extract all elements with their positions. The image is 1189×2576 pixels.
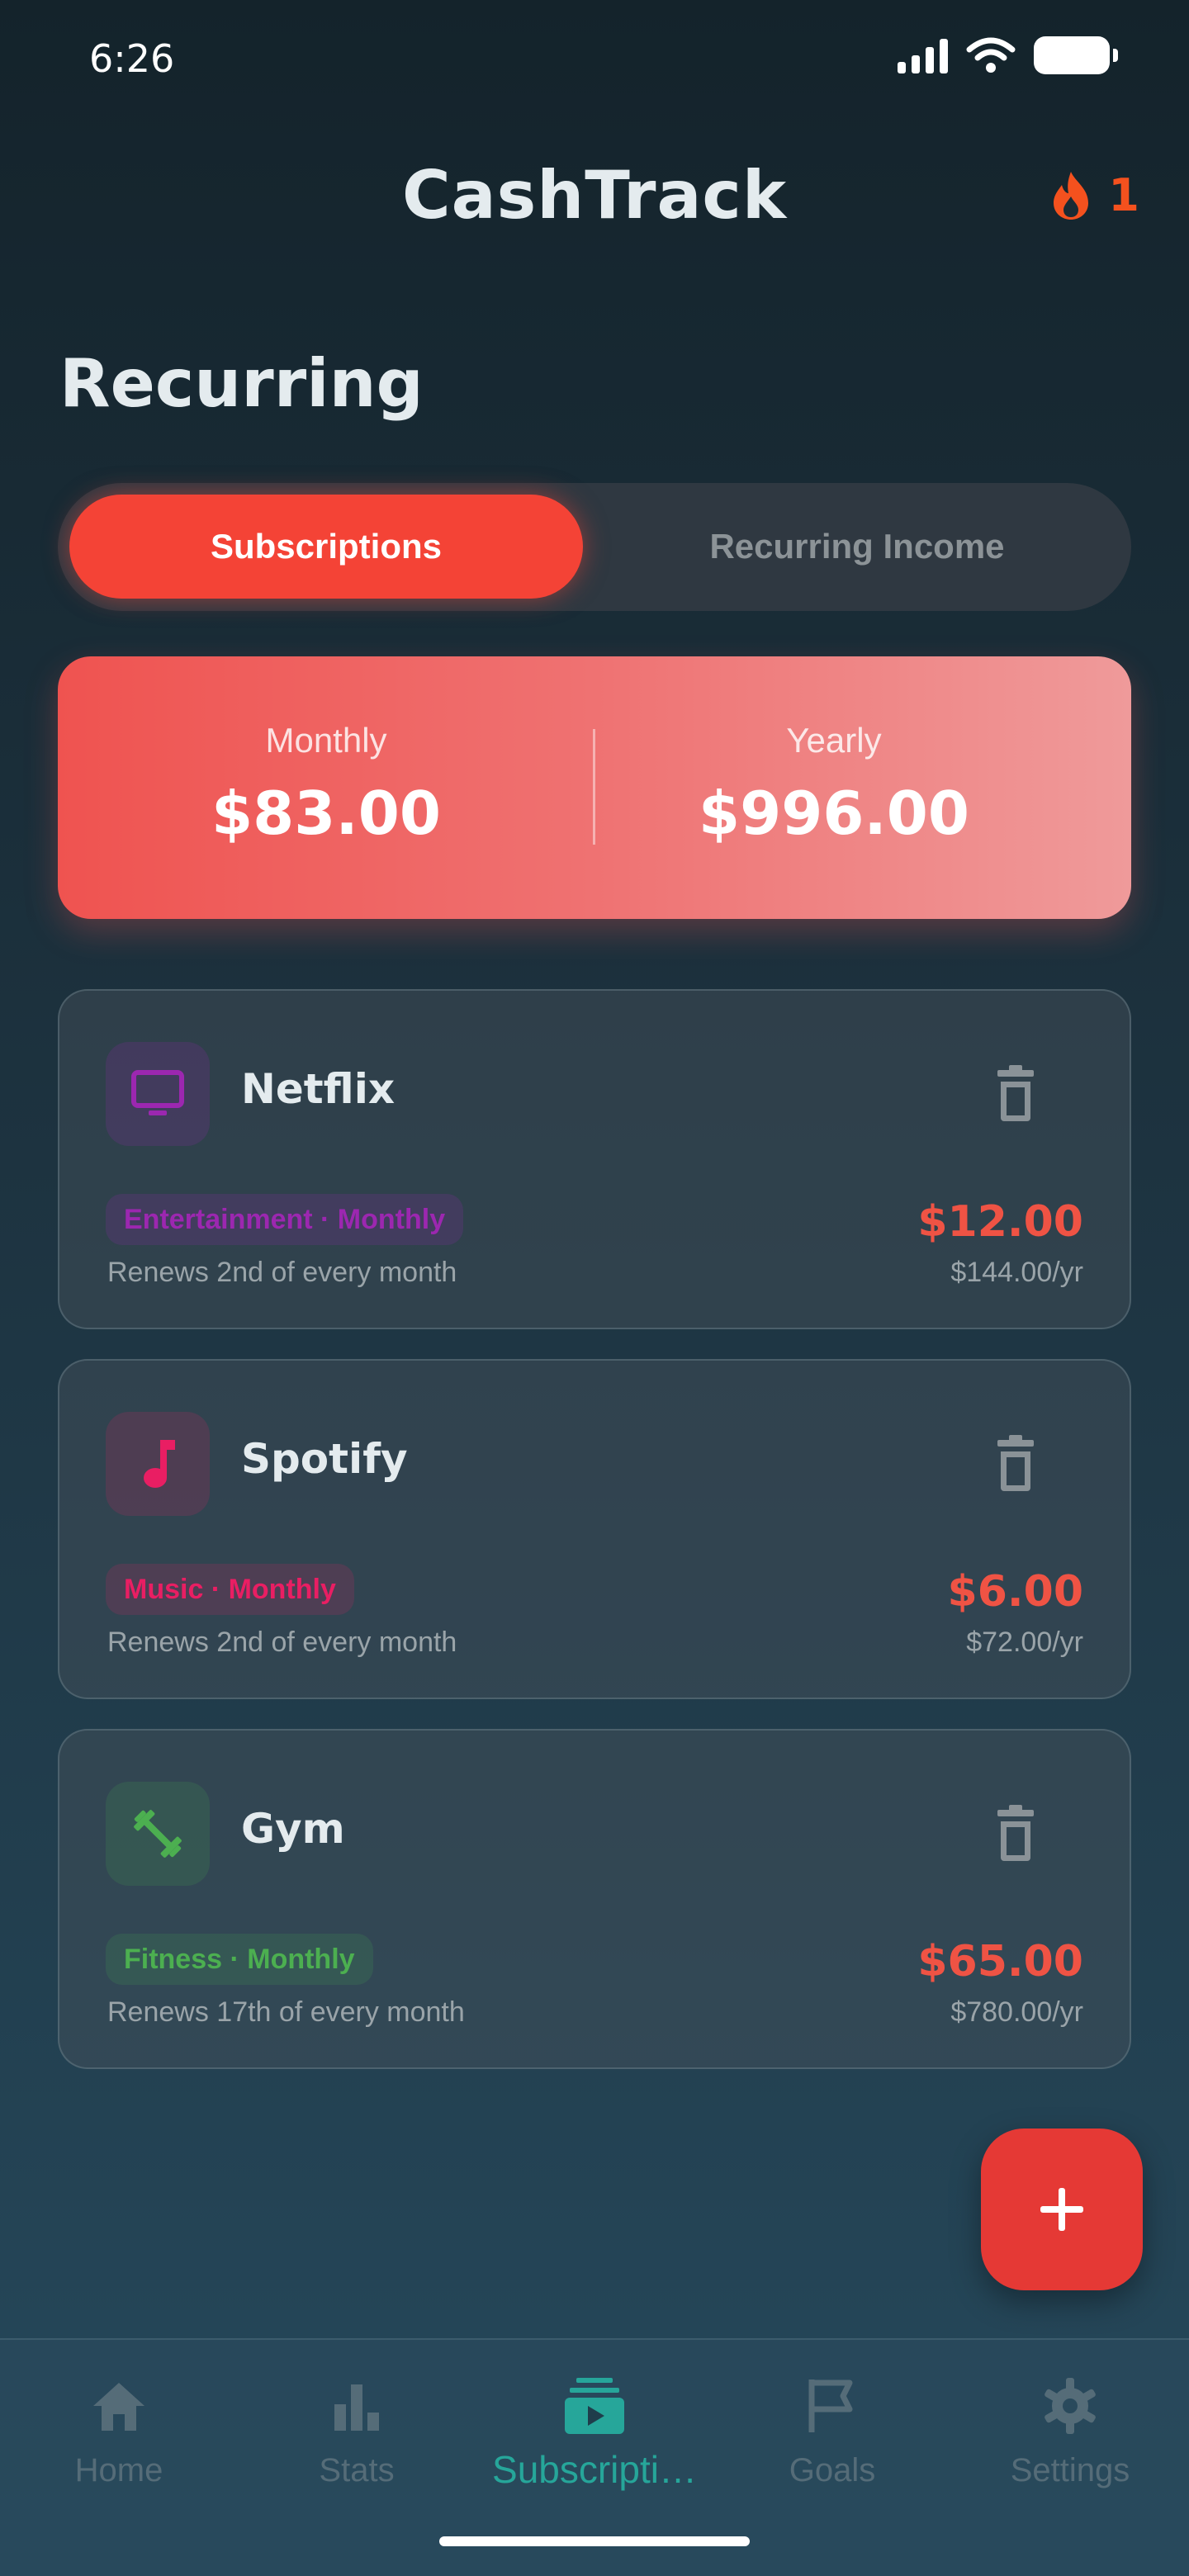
category-badge: Fitness · Monthly xyxy=(106,1934,373,1985)
subscriptions-icon xyxy=(565,2378,624,2434)
renewal-text: Renews 2nd of every month xyxy=(107,1257,457,1288)
renewal-text: Renews 2nd of every month xyxy=(107,1627,457,1658)
trash-icon[interactable] xyxy=(991,1435,1040,1493)
add-subscription-button[interactable] xyxy=(981,2129,1143,2290)
summary-card: Monthly $83.00 Yearly $996.00 xyxy=(58,656,1131,919)
subscription-amount: $12.00 xyxy=(917,1197,1083,1247)
nav-label: Goals xyxy=(789,2452,876,2488)
status-time: 6:26 xyxy=(89,36,175,81)
status-icons xyxy=(898,36,1118,74)
nav-item-home[interactable]: Home xyxy=(0,2373,238,2530)
plus-icon xyxy=(1040,2188,1083,2231)
subscription-card-spotify[interactable]: Spotify Music · Monthly Renews 2nd of ev… xyxy=(58,1359,1131,1699)
subscription-amount: $6.00 xyxy=(947,1567,1083,1617)
subscription-amount: $65.00 xyxy=(917,1937,1083,1986)
signal-icon xyxy=(898,37,948,73)
yearly-value: $996.00 xyxy=(699,779,969,848)
battery-icon xyxy=(1034,36,1118,74)
wifi-icon xyxy=(966,37,1016,73)
subscription-yearly: $72.00/yr xyxy=(966,1627,1083,1658)
monthly-value: $83.00 xyxy=(211,779,441,848)
tv-icon xyxy=(131,1070,184,1115)
app-title: CashTrack xyxy=(401,157,788,234)
yearly-label: Yearly xyxy=(786,721,882,760)
trash-icon[interactable] xyxy=(991,1805,1040,1863)
home-indicator[interactable] xyxy=(439,2536,750,2546)
subscription-icon-container xyxy=(106,1042,210,1146)
subscription-yearly: $780.00/yr xyxy=(950,1996,1083,2028)
bar-chart-icon xyxy=(334,2384,379,2431)
category-badge: Entertainment · Monthly xyxy=(106,1194,464,1245)
subscription-icon-container xyxy=(106,1782,210,1886)
subscription-name: Spotify xyxy=(241,1435,408,1483)
streak-indicator[interactable]: 1 xyxy=(1050,169,1139,221)
flame-icon xyxy=(1054,171,1089,220)
status-bar: 6:26 xyxy=(0,0,1189,116)
subscription-name: Gym xyxy=(241,1805,345,1853)
dumbbell-icon xyxy=(134,1810,182,1858)
nav-label: Settings xyxy=(1010,2452,1130,2488)
nav-item-settings[interactable]: Settings xyxy=(951,2373,1189,2530)
tab-subscriptions[interactable]: Subscriptions xyxy=(69,495,583,599)
nav-label: Stats xyxy=(319,2452,395,2488)
nav-item-goals[interactable]: Goals xyxy=(713,2373,951,2530)
nav-item-stats[interactable]: Stats xyxy=(238,2373,476,2530)
tab-recurring-income[interactable]: Recurring Income xyxy=(594,495,1120,599)
category-badge: Music · Monthly xyxy=(106,1564,354,1615)
home-icon xyxy=(93,2383,144,2431)
segmented-control: Subscriptions Recurring Income xyxy=(58,483,1131,611)
subscription-card-netflix[interactable]: Netflix Entertainment · Monthly Renews 2… xyxy=(58,989,1131,1329)
monthly-label: Monthly xyxy=(265,721,387,760)
subscription-yearly: $144.00/yr xyxy=(950,1257,1083,1288)
gear-icon xyxy=(1045,2378,1096,2434)
subscription-icon-container xyxy=(106,1412,210,1516)
trash-icon[interactable] xyxy=(991,1065,1040,1123)
music-note-icon xyxy=(144,1440,175,1488)
streak-count: 1 xyxy=(1108,169,1139,221)
nav-item-subscriptions[interactable]: Subscripti… xyxy=(476,2373,713,2530)
nav-label: Subscripti… xyxy=(492,2448,697,2491)
flag-icon xyxy=(808,2379,853,2432)
subscription-name: Netflix xyxy=(241,1065,396,1113)
renewal-text: Renews 17th of every month xyxy=(107,1996,465,2028)
yearly-summary: Yearly $996.00 xyxy=(594,656,1073,919)
monthly-summary: Monthly $83.00 xyxy=(58,656,594,919)
page-title: Recurring xyxy=(59,345,424,422)
nav-label: Home xyxy=(74,2452,163,2488)
subscription-card-gym[interactable]: Gym Fitness · Monthly Renews 17th of eve… xyxy=(58,1729,1131,2069)
